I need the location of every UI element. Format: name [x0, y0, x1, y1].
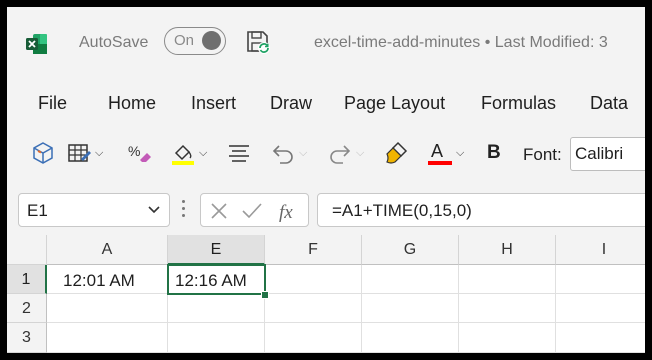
- chevron-down-icon: ⌵: [199, 146, 208, 159]
- title-bar: AutoSave On excel-time-add-minutes • Las…: [7, 7, 645, 79]
- tab-page-layout[interactable]: Page Layout: [344, 93, 445, 114]
- tab-insert[interactable]: Insert: [191, 93, 236, 114]
- clear-format-button[interactable]: %: [127, 135, 153, 171]
- cell-i2[interactable]: [556, 294, 645, 323]
- format-painter-button[interactable]: [383, 135, 409, 171]
- cell-i3[interactable]: [556, 323, 645, 353]
- tab-data[interactable]: Data: [590, 93, 628, 114]
- font-name-value: Calibri: [575, 144, 624, 163]
- cell-e1-value: 12:16 AM: [175, 271, 247, 290]
- bold-label: B: [487, 142, 501, 163]
- chevron-down-icon: [148, 206, 160, 214]
- cube-icon: [33, 142, 53, 164]
- font-name-input[interactable]: Calibri: [570, 137, 645, 171]
- chevron-down-icon: ⌵: [356, 146, 365, 159]
- select-all-corner[interactable]: [7, 235, 47, 265]
- cancel-icon[interactable]: [209, 201, 229, 221]
- name-box-value: E1: [27, 201, 48, 220]
- redo-button[interactable]: ⌵: [327, 135, 364, 171]
- tab-formulas[interactable]: Formulas: [481, 93, 556, 114]
- formula-bar: E1 fx =A1+TIME(0,15,0): [7, 193, 645, 233]
- undo-button[interactable]: ⌵: [270, 135, 307, 171]
- cell-i1[interactable]: [556, 265, 645, 294]
- svg-text:%: %: [128, 143, 140, 159]
- cell-g2[interactable]: [362, 294, 459, 323]
- row-header-2[interactable]: 2: [7, 294, 47, 323]
- cell-a1-value: 12:01 AM: [63, 271, 135, 290]
- tab-draw[interactable]: Draw: [270, 93, 312, 114]
- tab-home[interactable]: Home: [108, 93, 156, 114]
- formula-actions: fx: [200, 193, 309, 227]
- cell-a1[interactable]: 12:01 AM: [47, 265, 168, 294]
- percent-eraser-icon: %: [128, 143, 151, 162]
- svg-text:A: A: [431, 141, 443, 161]
- tab-file[interactable]: File: [38, 93, 67, 114]
- format-table-button[interactable]: ⌵: [66, 135, 103, 171]
- column-header-f[interactable]: F: [265, 235, 362, 265]
- font-label: Font:: [523, 145, 562, 164]
- cell-g1[interactable]: [362, 265, 459, 294]
- cell-e3[interactable]: [168, 323, 265, 353]
- font-color-button[interactable]: A ⌵: [427, 135, 464, 171]
- fill-bucket-icon: [172, 144, 194, 165]
- cell-f3[interactable]: [265, 323, 362, 353]
- formula-input[interactable]: =A1+TIME(0,15,0): [317, 193, 645, 227]
- more-options-icon[interactable]: [182, 200, 186, 221]
- row-header-3[interactable]: 3: [7, 323, 47, 353]
- chevron-down-icon: ⌵: [95, 146, 104, 159]
- undo-icon: [272, 145, 293, 164]
- toggle-knob: [202, 31, 221, 50]
- save-icon[interactable]: [245, 29, 271, 55]
- highlight-color-button[interactable]: ⌵: [170, 135, 207, 171]
- cell-f1[interactable]: [265, 265, 362, 294]
- bold-button[interactable]: B: [487, 135, 501, 171]
- column-header-a[interactable]: A: [47, 235, 168, 265]
- cell-a3[interactable]: [47, 323, 168, 353]
- cell-e2[interactable]: [168, 294, 265, 323]
- autosave-toggle[interactable]: On: [164, 27, 226, 55]
- redo-icon: [330, 145, 351, 164]
- cell-f2[interactable]: [265, 294, 362, 323]
- font-color-icon: A: [428, 141, 452, 165]
- align-lines-icon: [229, 145, 249, 162]
- cell-g3[interactable]: [362, 323, 459, 353]
- name-box[interactable]: E1: [18, 193, 170, 227]
- column-header-e[interactable]: E: [168, 235, 265, 265]
- column-header-g[interactable]: G: [362, 235, 459, 265]
- align-button[interactable]: [226, 135, 252, 171]
- menu-bar: File Home Insert Draw Page Layout Formul…: [7, 87, 645, 121]
- fill-handle[interactable]: [261, 291, 269, 299]
- document-title: excel-time-add-minutes • Last Modified: …: [314, 34, 608, 51]
- cell-h2[interactable]: [459, 294, 556, 323]
- cell-e1-selected[interactable]: 12:16 AM: [167, 264, 266, 295]
- table-format-icon: [68, 144, 91, 162]
- formula-text: =A1+TIME(0,15,0): [332, 201, 472, 220]
- enter-check-icon[interactable]: [241, 201, 263, 221]
- column-header-i[interactable]: I: [556, 235, 645, 265]
- autosave-state: On: [174, 32, 195, 49]
- row-header-1[interactable]: 1: [7, 265, 47, 294]
- paintbrush-icon: [386, 141, 408, 164]
- cell-styles-button[interactable]: [30, 135, 56, 171]
- chevron-down-icon: ⌵: [299, 146, 308, 159]
- chevron-down-icon: ⌵: [456, 146, 465, 159]
- column-header-h[interactable]: H: [459, 235, 556, 265]
- excel-window: AutoSave On excel-time-add-minutes • Las…: [7, 7, 645, 353]
- insert-function-icon[interactable]: fx: [277, 198, 303, 224]
- cell-a2[interactable]: [47, 294, 168, 323]
- svg-text:fx: fx: [279, 202, 293, 223]
- cell-h1[interactable]: [459, 265, 556, 294]
- autosave-label: AutoSave: [79, 34, 149, 51]
- cell-h3[interactable]: [459, 323, 556, 353]
- spreadsheet-grid: A E F G H I 1 2 3 12:01 AM 12:16 AM: [7, 235, 645, 353]
- ribbon: ⌵ % ⌵ ⌵ ⌵ A ⌵ B Font: Calibri: [7, 125, 645, 183]
- excel-logo-icon: [26, 34, 47, 54]
